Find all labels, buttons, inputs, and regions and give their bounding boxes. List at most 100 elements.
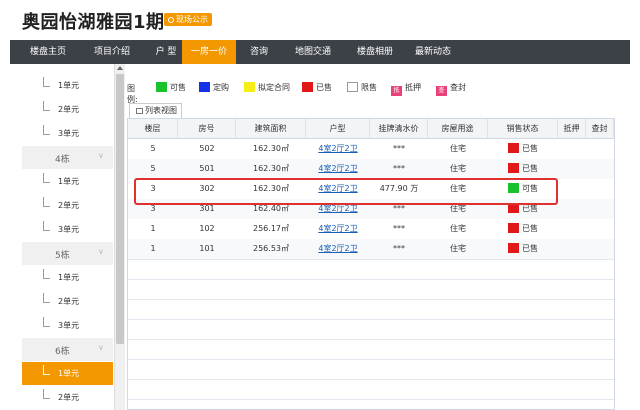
cell-area: 256.17㎡ xyxy=(253,224,289,233)
nav-item-7[interactable]: 楼盘相册 xyxy=(346,40,404,64)
cell-use: 住宅 xyxy=(450,144,466,153)
cell-use: 住宅 xyxy=(450,224,466,233)
empty-row-rule xyxy=(128,399,614,400)
cell-status: 已售 xyxy=(488,239,558,259)
notice-icon xyxy=(168,16,174,23)
legend-item: 抵抵押 xyxy=(391,82,421,96)
nav-item-6[interactable]: 地图交通 xyxy=(284,40,342,64)
nav-item-1[interactable]: 楼盘主页 xyxy=(22,40,74,64)
table-row[interactable]: 1 102 256.17㎡ 4室2厅2卫 *** 住宅 已售 xyxy=(128,219,614,239)
cell-price: *** xyxy=(393,144,405,153)
nav-item-4[interactable]: 一房一价 xyxy=(182,40,236,64)
table-header: 楼层 房号 建筑面积 户型 挂牌清水价 房屋用途 销售状态 抵押 查封 xyxy=(128,119,614,139)
empty-row-rule xyxy=(128,319,614,320)
status-swatch xyxy=(508,223,519,233)
sidebar-unit[interactable]: 1单元 xyxy=(22,170,113,193)
sidebar-unit[interactable]: 1单元 xyxy=(22,362,113,385)
cell-area: 162.30㎡ xyxy=(253,144,289,153)
sidebar-building[interactable]: 5栋 ∨ xyxy=(22,242,113,265)
legend-label-text: 定购 xyxy=(213,83,229,92)
sidebar-item-label: 5栋 xyxy=(55,251,70,261)
onsite-notice-badge[interactable]: 现场公示 xyxy=(164,13,212,26)
table-row[interactable]: 5 502 162.30㎡ 4室2厅2卫 *** 住宅 已售 xyxy=(128,139,614,159)
legend-item: 定购 xyxy=(199,82,229,96)
layout-link[interactable]: 4室2厅2卫 xyxy=(318,144,357,153)
column-header: 建筑面积 xyxy=(236,119,306,139)
status-label: 已售 xyxy=(522,224,538,233)
status-label: 已售 xyxy=(522,244,538,253)
tree-branch-icon xyxy=(43,317,50,327)
legend-item: 查查封 xyxy=(436,82,466,96)
sidebar-unit[interactable]: 3单元 xyxy=(22,122,113,145)
sidebar-unit[interactable]: 2单元 xyxy=(22,386,113,409)
sidebar-item-label: 3单元 xyxy=(58,129,80,138)
legend-label: 图例: xyxy=(127,84,138,104)
cell-price: *** xyxy=(393,164,405,173)
status-swatch xyxy=(508,243,519,253)
cell-floor: 1 xyxy=(150,224,156,233)
sidebar-building[interactable]: 6栋 ∨ xyxy=(22,338,113,361)
chevron-down-icon[interactable]: ∨ xyxy=(98,343,104,352)
sidebar-item-label: 1单元 xyxy=(58,81,80,90)
legend-swatch: 查 xyxy=(436,86,447,96)
cell-room: 501 xyxy=(199,164,215,173)
table-row[interactable]: 5 501 162.30㎡ 4室2厅2卫 *** 住宅 已售 xyxy=(128,159,614,179)
sidebar-unit[interactable]: 1单元 xyxy=(22,266,113,289)
tree-branch-icon xyxy=(43,389,50,399)
empty-row-rule xyxy=(128,259,614,260)
cell-floor: 1 xyxy=(150,244,156,253)
legend-swatch xyxy=(347,82,358,92)
column-header: 楼层 xyxy=(128,119,178,139)
layout-link[interactable]: 4室2厅2卫 xyxy=(318,244,357,253)
sidebar-unit[interactable]: 1单元 xyxy=(22,74,113,97)
tree-branch-icon xyxy=(43,365,50,375)
sidebar-unit[interactable]: 2单元 xyxy=(22,290,113,313)
nav-item-8[interactable]: 最新动态 xyxy=(404,40,462,64)
sidebar-unit[interactable]: 3单元 xyxy=(22,218,113,241)
legend-swatch xyxy=(302,82,313,92)
tree-branch-icon xyxy=(43,221,50,231)
layout-link[interactable]: 4室2厅2卫 xyxy=(318,204,357,213)
page-title: 奥园怡湖雅园1期 xyxy=(22,12,165,33)
column-header: 挂牌清水价 xyxy=(370,119,428,139)
nav-item-3[interactable]: 户 型 xyxy=(146,40,186,64)
cell-layout: 4室2厅2卫 xyxy=(306,139,370,159)
legend-swatch xyxy=(199,82,210,92)
tab-list-view[interactable]: 列表视图 xyxy=(129,103,182,118)
cell-floor: 5 xyxy=(150,164,156,173)
legend-label-text: 可售 xyxy=(170,83,186,92)
table-row[interactable]: 1 101 256.53㎡ 4室2厅2卫 *** 住宅 已售 xyxy=(128,239,614,259)
scroll-up-arrow-icon[interactable] xyxy=(117,66,123,70)
status-label: 已售 xyxy=(522,204,538,213)
sidebar-unit[interactable]: 3单元 xyxy=(22,314,113,337)
layout-link[interactable]: 4室2厅2卫 xyxy=(318,224,357,233)
layout-link[interactable]: 4室2厅2卫 xyxy=(318,164,357,173)
sidebar-item-label: 2单元 xyxy=(58,297,80,306)
legend-swatch xyxy=(156,82,167,92)
sidebar-unit[interactable]: 2单元 xyxy=(22,194,113,217)
column-header: 房号 xyxy=(178,119,236,139)
nav-item-2[interactable]: 项目介绍 xyxy=(84,40,140,64)
tree-branch-icon xyxy=(43,125,50,135)
cell-status: 已售 xyxy=(488,159,558,179)
tree-branch-icon xyxy=(43,293,50,303)
scroll-thumb[interactable] xyxy=(116,74,124,344)
cell-floor: 5 xyxy=(150,144,156,153)
sidebar-scrollbar[interactable] xyxy=(114,64,125,410)
empty-row-rule xyxy=(128,299,614,300)
legend-swatch: 抵 xyxy=(391,86,402,96)
list-view-icon xyxy=(136,107,143,114)
sidebar-unit[interactable]: 2单元 xyxy=(22,98,113,121)
sidebar-building[interactable]: 4栋 ∨ xyxy=(22,146,113,169)
chevron-down-icon[interactable]: ∨ xyxy=(98,247,104,256)
status-swatch xyxy=(508,143,519,153)
legend-item: 可售 xyxy=(156,82,186,96)
legend-label-text: 抵押 xyxy=(405,83,421,92)
cell-area: 256.53㎡ xyxy=(253,244,289,253)
main-nav: 楼盘主页 项目介绍户 型一房一价 咨询 地图交通 楼盘相册 最新动态 xyxy=(10,40,630,64)
legend-item: 拟定合同 xyxy=(244,82,290,96)
cell-status: 已售 xyxy=(488,219,558,239)
nav-item-5[interactable]: 咨询 xyxy=(242,40,276,64)
sidebar-item-label: 1单元 xyxy=(58,369,80,378)
chevron-down-icon[interactable]: ∨ xyxy=(98,151,104,160)
